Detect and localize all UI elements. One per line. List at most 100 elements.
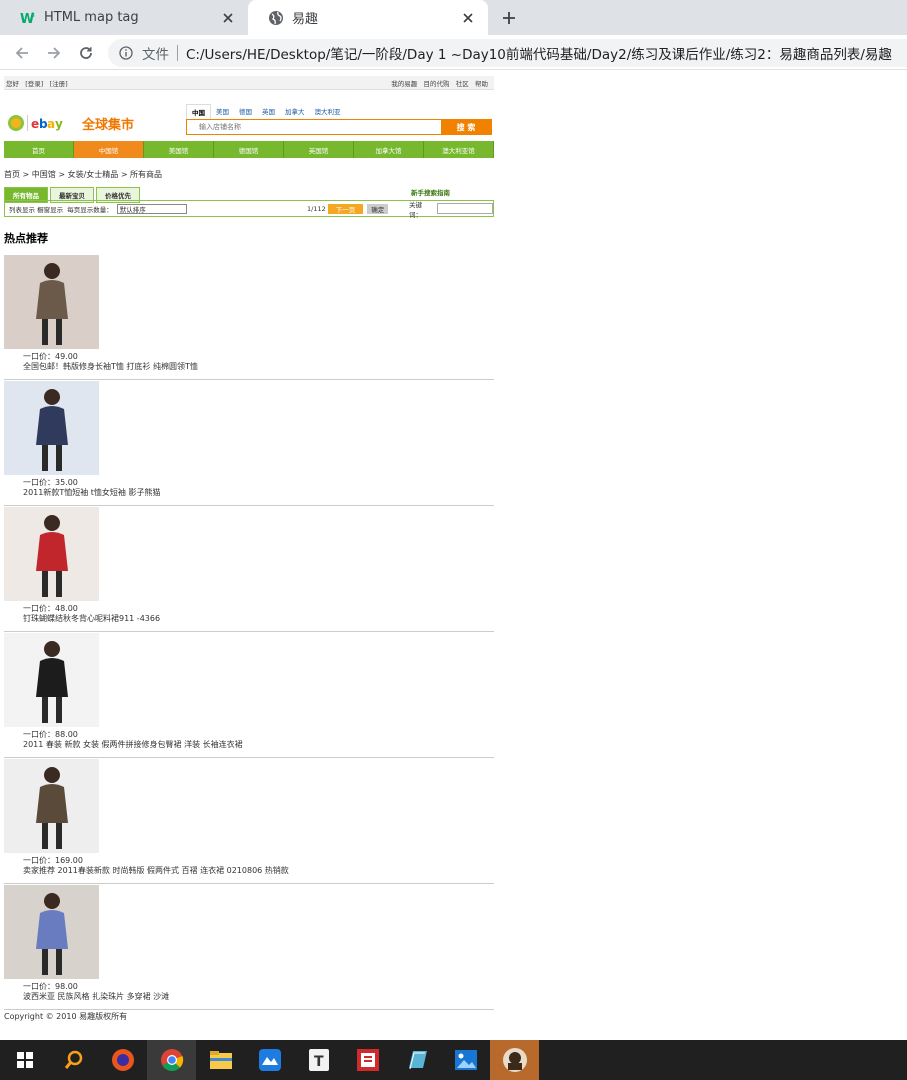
- greeting: 您好: [6, 79, 19, 88]
- w3schools-icon: W3: [20, 10, 36, 26]
- start-button[interactable]: [0, 1040, 49, 1080]
- store-search-input[interactable]: [187, 120, 441, 134]
- product-image[interactable]: [4, 759, 99, 853]
- product-image[interactable]: [4, 507, 99, 601]
- page-confirm-button[interactable]: 确定: [367, 203, 389, 214]
- tab-title: 易趣: [292, 12, 319, 27]
- product-item[interactable]: 一口价：48.00 钉珠蝴蝶结秋冬背心呢料裙911 -4366: [4, 506, 494, 632]
- product-name[interactable]: 2011 春装 新款 女装 假两件拼接修身包臀裙 洋装 长袖连衣裙: [23, 739, 243, 750]
- site-logo[interactable]: e b a y 全球集市: [6, 111, 156, 135]
- close-icon[interactable]: [218, 8, 238, 28]
- product-item[interactable]: 一口价：98.00 波西米亚 民族风格 扎染珠片 多穿裙 沙滩: [4, 884, 494, 1010]
- nav-us[interactable]: 美国馆: [144, 141, 214, 158]
- windows-taskbar: T: [0, 1040, 907, 1080]
- nav-home[interactable]: 首页: [4, 141, 74, 158]
- search-tab-us[interactable]: 美国: [211, 104, 234, 119]
- filter-row: 列表显示 橱窗显示 每页显示数量： 默认排序 1/112 下一页 确定 关键词：: [4, 200, 494, 219]
- search-guide-link[interactable]: 新手搜索指南: [411, 187, 450, 197]
- product-name[interactable]: 波西米亚 民族风格 扎染珠片 多穿裙 沙滩: [23, 991, 169, 1002]
- close-icon[interactable]: [458, 8, 478, 28]
- product-image[interactable]: [4, 381, 99, 475]
- product-item[interactable]: 一口价：88.00 2011 春装 新款 女装 假两件拼接修身包臀裙 洋装 长袖连…: [4, 632, 494, 758]
- keyword-label: 关键词：: [409, 200, 422, 219]
- daigou-link[interactable]: 目的代购: [424, 80, 450, 88]
- app-taskbar-button[interactable]: [245, 1040, 294, 1080]
- firefox-icon: [111, 1049, 134, 1071]
- chrome-icon: [160, 1049, 183, 1071]
- help-link[interactable]: 帮助: [475, 80, 488, 88]
- login-link[interactable]: [登录]: [25, 80, 43, 88]
- editor-taskbar-button[interactable]: [343, 1040, 392, 1080]
- notebook-icon: [408, 1051, 427, 1070]
- back-button[interactable]: [10, 41, 34, 65]
- my-yiqu-link[interactable]: 我的易趣: [391, 80, 417, 88]
- product-name[interactable]: 全国包邮！韩版修身长袖T恤 打底衫 纯棉圆领T恤: [23, 361, 198, 372]
- keyword-input[interactable]: [437, 203, 493, 214]
- search-tab-australia[interactable]: 澳大利亚: [310, 104, 346, 119]
- firefox-taskbar-button[interactable]: [98, 1040, 147, 1080]
- community-link[interactable]: 社区: [456, 80, 469, 88]
- address-bar[interactable]: 文件 C:/Users/HE/Desktop/笔记/一阶段/Day 1 ~Day…: [108, 39, 907, 67]
- product-item[interactable]: 一口价：49.00 全国包邮！韩版修身长袖T恤 打底衫 纯棉圆领T恤: [4, 254, 494, 380]
- search-tab-canada[interactable]: 加拿大: [280, 104, 310, 119]
- page-info: 1/112: [307, 204, 326, 213]
- grid-view-option[interactable]: 橱窗显示: [37, 204, 63, 214]
- product-name[interactable]: 钉珠蝴蝶结秋冬背心呢料裙911 -4366: [23, 613, 160, 624]
- product-item[interactable]: 一口价：35.00 2011新款T恤短袖 t恤女短袖 影子熊猫: [4, 380, 494, 506]
- typora-taskbar-button[interactable]: T: [294, 1040, 343, 1080]
- product-name[interactable]: 卖家推荐 2011春装新款 时尚韩版 假两件式 百褶 连衣裙 0210806 热…: [23, 865, 289, 876]
- search-box: 搜 索: [186, 119, 492, 135]
- file-label: 文件: [142, 47, 169, 63]
- site-header: e b a y 全球集市 中国 美国 德国 英国 加拿大 澳大利亚 搜 索: [4, 103, 494, 139]
- photos-taskbar-button[interactable]: [441, 1040, 490, 1080]
- reload-button[interactable]: [74, 41, 98, 65]
- typora-icon: T: [308, 1049, 329, 1071]
- game-taskbar-button[interactable]: [490, 1040, 539, 1080]
- file-explorer-taskbar-button[interactable]: [196, 1040, 245, 1080]
- yiqu-ebay-logo-icon: e b a y: [8, 115, 63, 131]
- search-icon: [64, 1050, 82, 1069]
- product-item[interactable]: 一口价：169.00 卖家推荐 2011春装新款 时尚韩版 假两件式 百褶 连衣裙…: [4, 758, 494, 884]
- avatar-icon: [502, 1048, 527, 1072]
- forward-button[interactable]: [42, 41, 66, 65]
- search-taskbar-button[interactable]: [49, 1040, 98, 1080]
- chrome-taskbar-button[interactable]: [147, 1040, 196, 1080]
- breadcrumb: 首页 > 中国馆 > 女装/女士精品 > 所有商品: [4, 170, 163, 179]
- topbar-left: 您好 [登录] [注册]: [6, 78, 72, 88]
- browser-toolbar: 文件 C:/Users/HE/Desktop/笔记/一阶段/Day 1 ~Day…: [0, 35, 907, 70]
- tab-html-map-tag[interactable]: W3 HTML map tag: [0, 0, 248, 35]
- folder-icon: [209, 1051, 232, 1069]
- tab-yiqu[interactable]: 易趣: [248, 0, 488, 35]
- product-image[interactable]: [4, 885, 99, 979]
- next-page-button[interactable]: 下一页: [327, 203, 364, 214]
- notes-taskbar-button[interactable]: [392, 1040, 441, 1080]
- search-tab-china[interactable]: 中国: [186, 104, 211, 119]
- nav-germany[interactable]: 德国馆: [214, 141, 284, 158]
- nav-canada[interactable]: 加拿大馆: [354, 141, 424, 158]
- page-viewport: 您好 [登录] [注册] 我的易趣 目的代购 社区 帮助 e b a y 全球集…: [0, 71, 907, 1040]
- nav-china[interactable]: 中国馆: [74, 141, 144, 158]
- product-image[interactable]: [4, 633, 99, 727]
- product-name[interactable]: 2011新款T恤短袖 t恤女短袖 影子熊猫: [23, 487, 160, 498]
- topbar-right: 我的易趣 目的代购 社区 帮助: [391, 78, 492, 88]
- copyright: Copyright © 2010 易趣版权所有: [4, 1012, 128, 1021]
- search-tab-uk[interactable]: 英国: [257, 104, 280, 119]
- sort-select[interactable]: 默认排序: [116, 203, 187, 214]
- browser-tab-bar: W3 HTML map tag 易趣: [0, 0, 907, 35]
- mountain-app-icon: [258, 1049, 281, 1071]
- svg-text:y: y: [55, 117, 63, 131]
- url-text[interactable]: C:/Users/HE/Desktop/笔记/一阶段/Day 1 ~Day10前…: [186, 43, 892, 63]
- search-button[interactable]: 搜 索: [441, 120, 491, 134]
- product-image[interactable]: [4, 255, 99, 349]
- nav-uk[interactable]: 英国馆: [284, 141, 354, 158]
- list-view-option[interactable]: 列表显示: [9, 204, 35, 214]
- new-tab-button[interactable]: [498, 7, 520, 29]
- nav-australia[interactable]: 澳大利亚馆: [424, 141, 494, 158]
- info-icon[interactable]: [116, 43, 136, 63]
- plus-icon: [503, 12, 515, 24]
- register-link[interactable]: [注册]: [50, 80, 68, 88]
- site-topbar: 您好 [登录] [注册] 我的易趣 目的代购 社区 帮助: [4, 76, 494, 90]
- arrow-right-icon: [48, 47, 61, 59]
- search-tab-germany[interactable]: 德国: [234, 104, 257, 119]
- svg-text:a: a: [47, 117, 55, 131]
